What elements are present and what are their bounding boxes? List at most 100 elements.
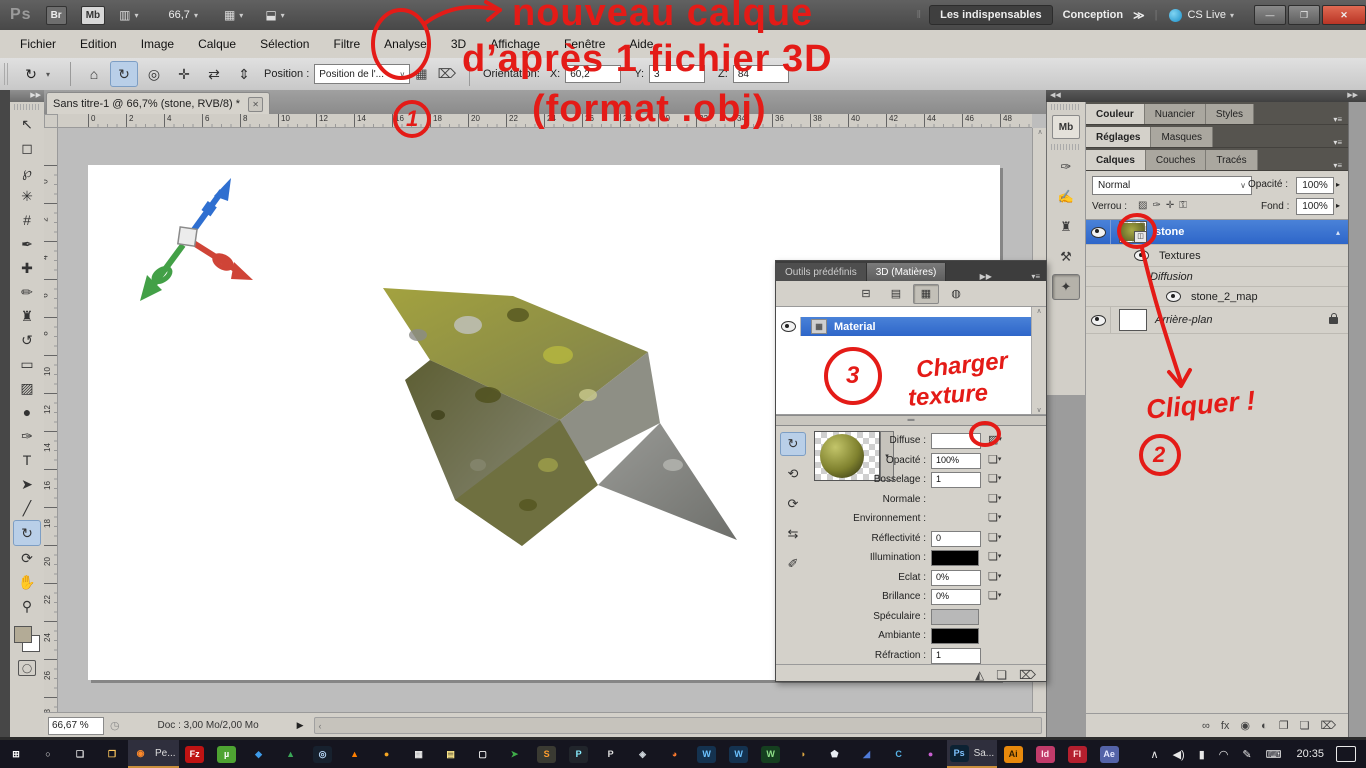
visibility-eye-icon[interactable] xyxy=(1091,315,1106,326)
property-input[interactable] xyxy=(931,433,981,449)
texture-menu-icon[interactable]: ❏▾ xyxy=(988,453,1001,466)
shield-app[interactable]: ⬟ xyxy=(819,740,851,768)
opacity-spinner-icon[interactable]: ▸ xyxy=(1336,180,1340,189)
after-effects[interactable]: Ae xyxy=(1093,740,1125,768)
document-tab[interactable]: Sans titre-1 @ 66,7% (stone, RVB/8) * ✕ xyxy=(46,92,270,115)
delete-layer-icon[interactable]: ⌦ xyxy=(1320,719,1336,732)
workspace-les-indispensables[interactable]: Les indispensables xyxy=(929,5,1052,25)
line-tool-icon[interactable]: ╱ xyxy=(14,496,40,520)
orientation-z-field[interactable]: 84 xyxy=(733,65,789,83)
orientation-y-field[interactable]: 3 xyxy=(649,65,705,83)
materials-filter-icon[interactable]: ▦ xyxy=(913,284,939,304)
new-layer-icon[interactable]: ❏ xyxy=(1300,719,1310,732)
green-app[interactable]: ➤ xyxy=(499,740,531,768)
compass-app[interactable]: ◑ xyxy=(787,740,819,768)
material-list-item[interactable]: ▦ Material xyxy=(776,317,1032,336)
search-button[interactable]: ○ xyxy=(32,740,64,768)
lasso-tool-icon[interactable]: ℘ xyxy=(14,160,40,184)
unity-app[interactable]: ◈ xyxy=(627,740,659,768)
3d-panel-icon[interactable]: ✦ xyxy=(1052,274,1080,300)
screen-mode-dropdown-icon[interactable]: ▾ xyxy=(281,11,285,20)
tab-couleur[interactable]: Couleur xyxy=(1086,104,1145,124)
marquee-tool-icon[interactable]: ◻ xyxy=(14,136,40,160)
texture-menu-icon[interactable]: ❏▾ xyxy=(988,511,1001,524)
menu-item[interactable]: Fichier xyxy=(8,30,68,58)
steam[interactable]: ◎ xyxy=(307,740,339,768)
tab-3d-matieres[interactable]: 3D (Matières) xyxy=(867,263,947,281)
ruler-app[interactable]: ◢ xyxy=(851,740,883,768)
visibility-eye-icon[interactable] xyxy=(1166,291,1181,302)
menu-item[interactable]: Filtre xyxy=(321,30,372,58)
tab-styles[interactable]: Styles xyxy=(1206,104,1254,124)
layer-effects-icon[interactable]: fx xyxy=(1221,720,1230,732)
path-selection-tool-icon[interactable]: ➤ xyxy=(14,472,40,496)
diffuse-texture-icon[interactable]: ▨▾ xyxy=(988,433,1002,446)
eyedropper-tool-icon[interactable]: ✒ xyxy=(14,232,40,256)
pencil-tool-icon[interactable]: ✏ xyxy=(14,280,40,304)
layer-expander-icon[interactable]: ▴ xyxy=(1336,228,1340,237)
screen-mode-icon[interactable]: ⬓ xyxy=(265,8,276,22)
zoom-tool-icon[interactable]: ⚲ xyxy=(14,594,40,618)
tray-expand-icon[interactable]: ∧ xyxy=(1151,748,1159,761)
tool-presets-panel-icon[interactable]: ⚒ xyxy=(1052,244,1080,270)
hand-tool-icon[interactable]: ✋ xyxy=(14,570,40,594)
scale-3d-object-icon[interactable]: ⇕ xyxy=(230,61,258,87)
property-input[interactable]: 1 xyxy=(931,648,981,664)
stone-layer-thumbnail[interactable]: ◫ xyxy=(1119,221,1147,243)
texture-menu-icon[interactable]: ❏▾ xyxy=(988,531,1001,544)
google-drive[interactable]: ▲ xyxy=(275,740,307,768)
mini-bridge-panel-button[interactable]: Mb xyxy=(1052,115,1080,139)
delete-position-icon[interactable]: ⌦ xyxy=(438,66,456,82)
status-zoom-field[interactable]: 66,67 % xyxy=(48,717,104,735)
3d-panel-menu-icon[interactable]: ▾≡ xyxy=(1025,272,1046,281)
meshes-filter-icon[interactable]: ▤ xyxy=(883,284,909,304)
adjust-panel-menu-icon[interactable]: ▾≡ xyxy=(1333,138,1348,147)
menu-item[interactable]: Analyse xyxy=(372,30,439,58)
layer-row-stone[interactable]: ◫ stone ▴ xyxy=(1086,220,1348,245)
opacity-field[interactable]: 100% xyxy=(1296,177,1334,194)
s-app[interactable]: S xyxy=(531,740,563,768)
wifi-icon[interactable]: ◠ xyxy=(1219,748,1229,761)
fill-field[interactable]: 100% xyxy=(1296,198,1334,215)
illustrator[interactable]: Ai xyxy=(997,740,1029,768)
visibility-eye-icon[interactable] xyxy=(1134,250,1149,261)
healing-brush-tool-icon[interactable]: ✚ xyxy=(14,256,40,280)
view-extras-dropdown-icon[interactable]: ▾ xyxy=(135,11,139,20)
lock-paint-icon[interactable]: ✑ xyxy=(1152,200,1160,211)
tab-calques[interactable]: Calques xyxy=(1086,150,1146,170)
3d-rotate-tool-icon[interactable]: ↻ xyxy=(13,520,41,546)
materials-list-scrollbar[interactable]: ∧ ∨ xyxy=(1031,307,1046,414)
property-input[interactable]: 1 xyxy=(931,472,981,488)
lock-all-icon[interactable]: ⚿ xyxy=(1179,200,1187,211)
dodge-tool-icon[interactable]: ● xyxy=(14,400,40,424)
tab-nuancier[interactable]: Nuancier xyxy=(1145,104,1206,124)
status-flyout-icon[interactable]: ▶ xyxy=(297,720,304,731)
clock[interactable]: 20:35 xyxy=(1296,748,1324,760)
layer-group-icon[interactable]: ❐ xyxy=(1279,719,1289,732)
property-color-swatch[interactable] xyxy=(931,609,979,625)
texture-menu-icon[interactable]: ❏▾ xyxy=(988,472,1001,485)
action-center-icon[interactable] xyxy=(1336,746,1356,762)
clone-source-panel-icon[interactable]: ♜ xyxy=(1052,214,1080,240)
arrange-dropdown-icon[interactable]: ▾ xyxy=(239,11,243,20)
filezilla[interactable]: Fz xyxy=(179,740,211,768)
history-brush-tool-icon[interactable]: ↺ xyxy=(14,328,40,352)
tab-masques[interactable]: Masques xyxy=(1151,127,1213,147)
property-input[interactable]: 0% xyxy=(931,570,981,586)
sphere-app[interactable]: ● xyxy=(915,740,947,768)
toggle-extras-icon[interactable]: ◭ xyxy=(975,668,984,682)
tab-close-icon[interactable]: ✕ xyxy=(248,97,263,112)
document-app[interactable]: ▢ xyxy=(467,740,499,768)
vlc[interactable]: ▲ xyxy=(339,740,371,768)
menu-item[interactable]: Image xyxy=(129,30,186,58)
game-app-1[interactable]: W xyxy=(691,740,723,768)
workspace-more-icon[interactable]: ≫ xyxy=(1133,9,1145,22)
cs-live-button[interactable]: CS Live ▾ xyxy=(1169,9,1234,22)
adjustment-layer-icon[interactable]: ◐ xyxy=(1261,720,1268,732)
photoshop[interactable]: Ps Sa... xyxy=(947,740,998,768)
lights-filter-icon[interactable]: ◍ xyxy=(943,284,969,304)
color-swatches[interactable] xyxy=(14,622,40,652)
delete-item-icon[interactable]: ⌦ xyxy=(1019,668,1036,682)
tab-traces[interactable]: Tracés xyxy=(1206,150,1257,170)
lock-transparency-icon[interactable]: ▨ xyxy=(1138,200,1147,211)
